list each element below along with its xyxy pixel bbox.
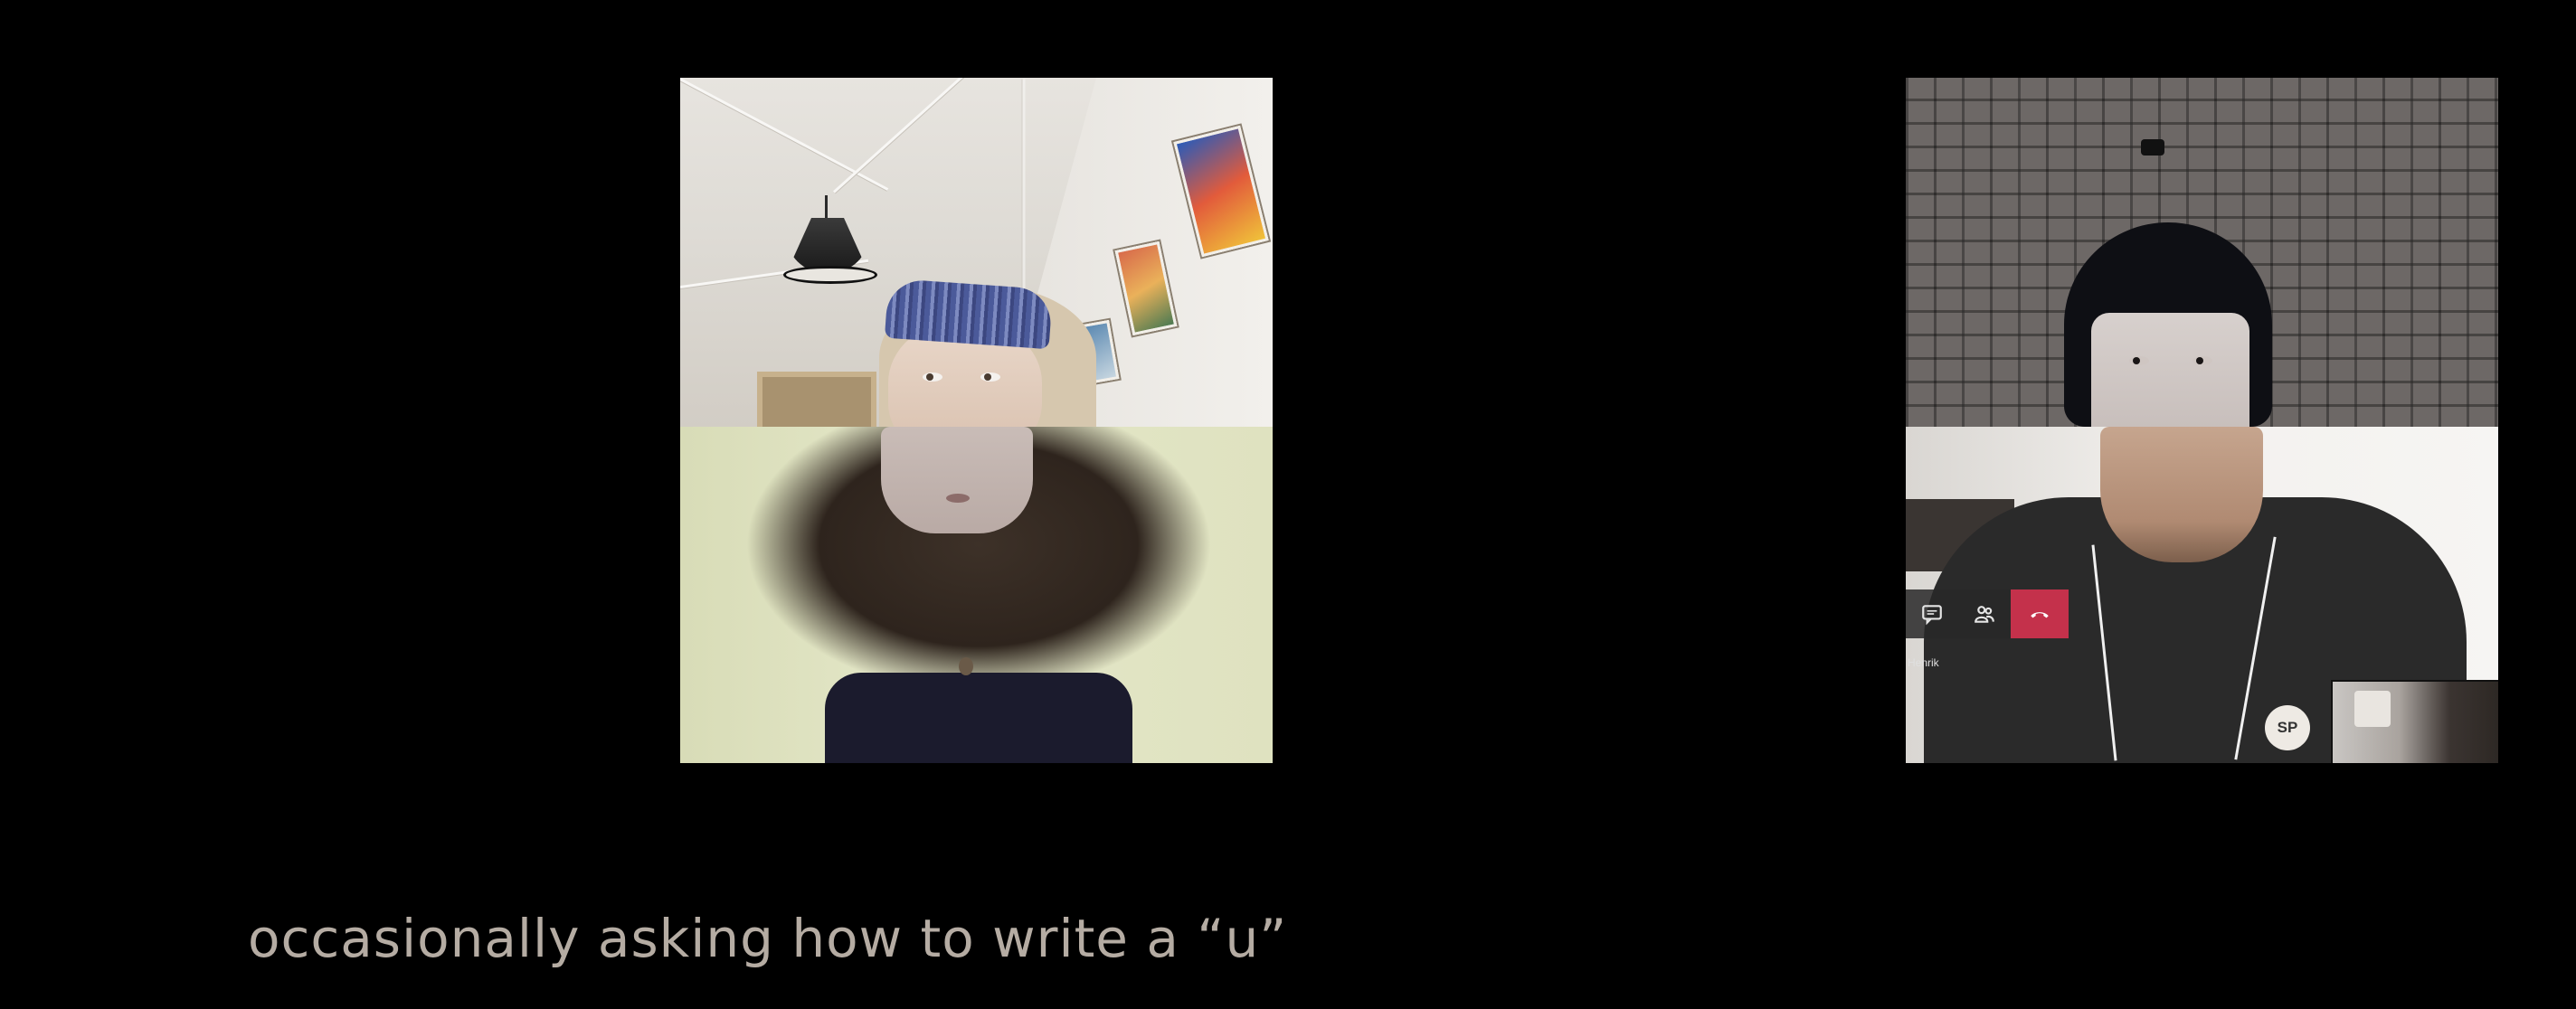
participants-button[interactable]: [1958, 589, 2011, 638]
video-tile-left: [680, 78, 1273, 763]
phone-hangup-icon: [2031, 612, 2049, 618]
participants-icon: [1975, 606, 1994, 623]
self-view-thumbnail[interactable]: [2331, 680, 2498, 763]
avatar[interactable]: SP: [2265, 705, 2310, 750]
chat-button[interactable]: [1906, 589, 1958, 638]
hangup-button[interactable]: [2011, 589, 2069, 638]
wall-lamp: [2141, 139, 2164, 156]
video-feed-right-top: [1906, 78, 2498, 427]
caller-name-label: Henrik: [1908, 656, 1939, 669]
video-tile-right: Henrik SP: [1906, 78, 2498, 763]
video-feed-left-top: [680, 78, 1273, 427]
headband: [884, 278, 1054, 350]
subtitle-caption: occasionally asking how to write a “u”: [248, 908, 1288, 969]
chat-icon: [1922, 605, 1942, 626]
video-feed-left-bottom: [680, 427, 1273, 763]
necklace-pendant: [959, 657, 973, 675]
